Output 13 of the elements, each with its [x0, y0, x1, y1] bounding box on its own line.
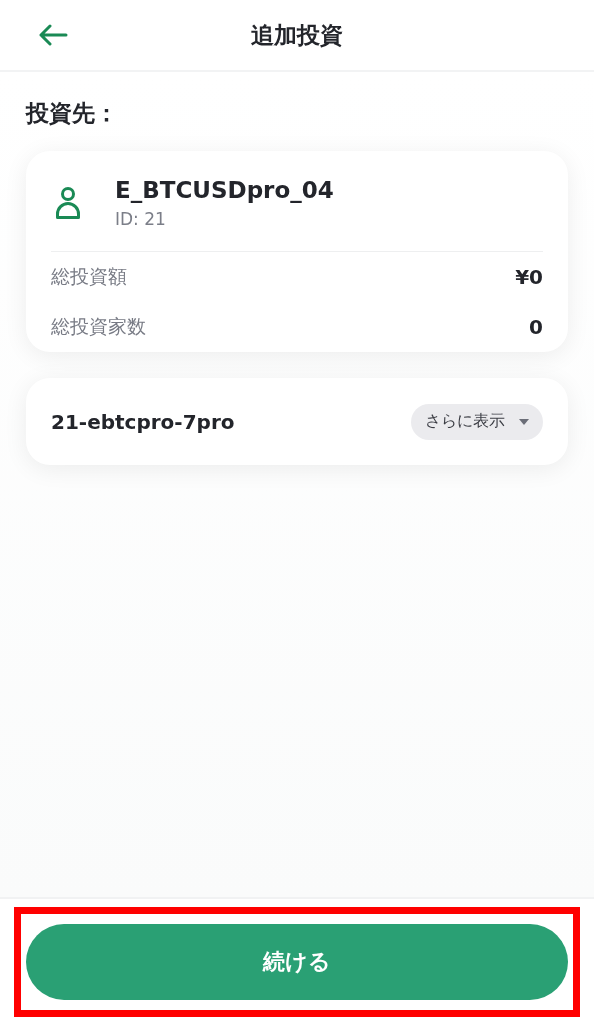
page-title: 追加投資: [251, 20, 343, 50]
person-icon: [55, 186, 81, 220]
section-title: 投資先：: [26, 99, 119, 128]
strategy-name: E_BTCUSDpro_04: [115, 177, 334, 203]
stat-label: 総投資家数: [51, 314, 146, 339]
stat-value: ¥0: [515, 265, 543, 289]
caret-icon: [519, 418, 529, 425]
strategy-id: ID: 21: [115, 209, 167, 229]
stat-label: 総投資額: [51, 264, 127, 289]
version-name: 21-ebtcpro-7pro: [51, 409, 235, 434]
stat-value: 0: [529, 315, 543, 339]
back-arrow-icon[interactable]: [38, 24, 68, 46]
show-more-button[interactable]: さらに表示: [411, 403, 543, 440]
